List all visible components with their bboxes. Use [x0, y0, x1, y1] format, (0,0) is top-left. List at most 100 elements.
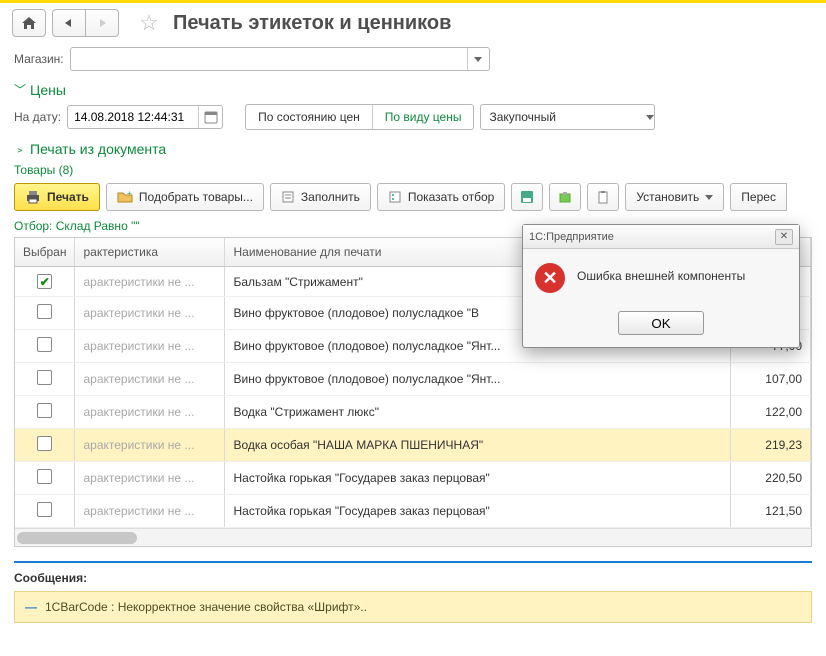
price-type-toggle[interactable] [646, 115, 654, 120]
set-button[interactable]: Установить [625, 183, 724, 211]
paste-icon-button[interactable] [587, 183, 619, 211]
doc-section-toggle[interactable]: ﹥ Печать из документа [14, 140, 812, 157]
table-row[interactable]: арактеристики не ...Настойка горькая "Го… [15, 495, 811, 528]
row-checkbox-cell[interactable]: ✔ [15, 267, 75, 297]
row-checkbox-cell[interactable] [15, 363, 75, 396]
seg-by-type[interactable]: По виду цены [372, 105, 474, 129]
dialog-text: Ошибка внешней компоненты [577, 263, 745, 283]
table-row[interactable]: арактеристики не ...Настойка горькая "Го… [15, 462, 811, 495]
row-characteristic: арактеристики не ... [75, 330, 225, 363]
forward-button[interactable] [85, 9, 119, 37]
page-title: Печать этикеток и ценников [173, 12, 451, 35]
row-price: 107,00 [731, 363, 811, 396]
calendar-icon[interactable] [198, 106, 222, 128]
horizontal-scrollbar[interactable] [15, 528, 811, 546]
store-input[interactable] [71, 52, 467, 66]
dialog-ok-button[interactable]: OK [618, 311, 704, 335]
error-dialog: 1С:Предприятие ✕ ✕ Ошибка внешней компон… [522, 224, 800, 348]
pick-goods-button[interactable]: + Подобрать товары... [106, 183, 264, 211]
checkbox[interactable] [37, 502, 52, 517]
show-filter-button[interactable]: Показать отбор [377, 183, 505, 211]
recount-label: Перес [741, 190, 776, 204]
checkbox[interactable] [37, 469, 52, 484]
clipboard-icon [596, 190, 610, 204]
store-label: Магазин: [14, 52, 64, 66]
chevron-down-icon: ﹀ [14, 81, 26, 98]
row-characteristic: арактеристики не ... [75, 429, 225, 462]
svg-text:+: + [127, 190, 132, 198]
row-checkbox-cell[interactable] [15, 396, 75, 429]
row-checkbox-cell[interactable] [15, 330, 75, 363]
dialog-close-button[interactable]: ✕ [775, 229, 793, 245]
back-button[interactable] [52, 9, 86, 37]
table-row[interactable]: арактеристики не ...Водка особая "НАША М… [15, 429, 811, 462]
row-name: Вино фруктовое (плодовое) полусладкое "Я… [225, 363, 731, 396]
row-checkbox-cell[interactable] [15, 429, 75, 462]
row-name: Настойка горькая "Государев заказ перцов… [225, 462, 731, 495]
row-characteristic: арактеристики не ... [75, 495, 225, 528]
list-icon [281, 190, 295, 204]
prices-section-label: Цены [30, 82, 66, 98]
date-field[interactable] [67, 105, 223, 129]
row-price: 220,50 [731, 462, 811, 495]
print-label: Печать [47, 190, 89, 204]
filter-icon [388, 190, 402, 204]
show-filter-label: Показать отбор [408, 190, 494, 204]
row-checkbox-cell[interactable] [15, 462, 75, 495]
col-selected[interactable]: Выбран [15, 238, 75, 267]
row-price: 122,00 [731, 396, 811, 429]
divider [14, 561, 812, 563]
row-name: Водка особая "НАША МАРКА ПШЕНИЧНАЯ" [225, 429, 731, 462]
row-price: 121,50 [731, 495, 811, 528]
pick-label: Подобрать товары... [139, 190, 253, 204]
row-characteristic: арактеристики не ... [75, 297, 225, 330]
save-icon [520, 190, 534, 204]
set-label: Установить [636, 190, 699, 204]
save-icon-button[interactable] [511, 183, 543, 211]
checkbox[interactable] [37, 370, 52, 385]
doc-section-label: Печать из документа [30, 141, 166, 157]
messages-title: Сообщения: [14, 571, 812, 585]
price-type-dropdown[interactable]: Закупочный [480, 104, 655, 130]
prices-section-toggle[interactable]: ﹀ Цены [14, 81, 812, 98]
checkbox[interactable] [37, 337, 52, 352]
row-checkbox-cell[interactable] [15, 297, 75, 330]
row-characteristic: арактеристики не ... [75, 462, 225, 495]
error-icon: ✕ [535, 263, 565, 293]
message-text: 1CBarCode : Некорректное значение свойст… [45, 600, 367, 614]
row-checkbox-cell[interactable] [15, 495, 75, 528]
price-mode-segment: По состоянию цен По виду цены [245, 104, 474, 130]
checkbox[interactable] [37, 403, 52, 418]
row-price: 219,23 [731, 429, 811, 462]
scrollbar-thumb[interactable] [17, 532, 137, 544]
chevron-right-icon: ﹥ [14, 140, 26, 157]
box-icon [558, 190, 572, 204]
printer-icon [25, 190, 41, 204]
folder-plus-icon: + [117, 190, 133, 204]
table-row[interactable]: арактеристики не ...Водка "Стрижамент лю… [15, 396, 811, 429]
message-row[interactable]: — 1CBarCode : Некорректное значение свой… [14, 591, 812, 623]
store-field[interactable] [70, 47, 490, 71]
store-dropdown-toggle[interactable] [467, 48, 489, 70]
home-button[interactable] [12, 9, 46, 37]
checkbox[interactable] [37, 436, 52, 451]
dash-icon: — [25, 600, 37, 614]
seg-by-state[interactable]: По состоянию цен [246, 105, 372, 129]
goods-link[interactable]: Товары (8) [14, 163, 812, 177]
caret-down-icon [705, 195, 713, 200]
favorite-star-icon[interactable]: ☆ [135, 9, 163, 37]
table-row[interactable]: арактеристики не ...Вино фруктовое (плод… [15, 363, 811, 396]
col-characteristic[interactable]: рактеристика [75, 238, 225, 267]
checkbox[interactable] [37, 304, 52, 319]
date-input[interactable] [68, 110, 198, 124]
dialog-title: 1С:Предприятие [529, 231, 775, 243]
fill-button[interactable]: Заполнить [270, 183, 371, 211]
row-characteristic: арактеристики не ... [75, 396, 225, 429]
checkbox[interactable]: ✔ [37, 274, 52, 289]
copy-icon-button[interactable] [549, 183, 581, 211]
date-label: На дату: [14, 110, 61, 124]
recount-button[interactable]: Перес [730, 183, 787, 211]
row-name: Настойка горькая "Государев заказ перцов… [225, 495, 731, 528]
dialog-titlebar[interactable]: 1С:Предприятие ✕ [523, 225, 799, 249]
print-button[interactable]: Печать [14, 183, 100, 211]
